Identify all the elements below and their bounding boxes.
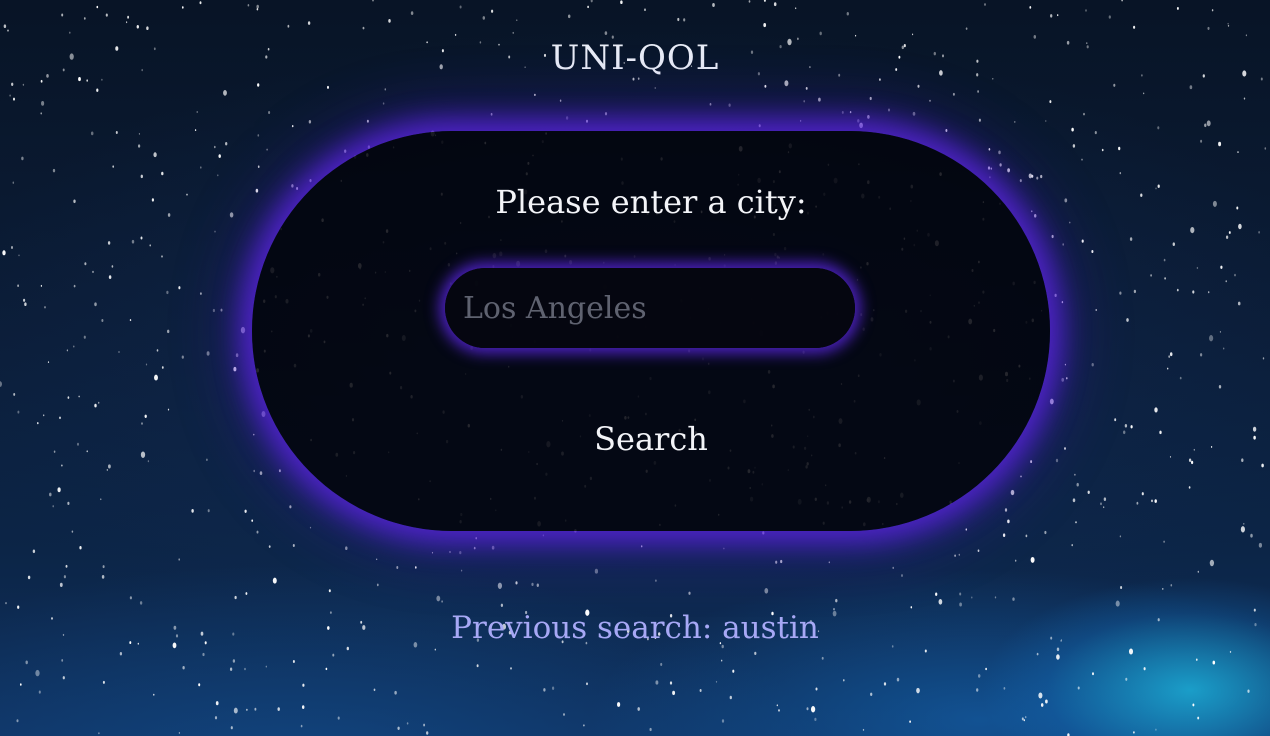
previous-search-text: Previous search: austin <box>451 610 819 646</box>
search-card: Please enter a city: Search <box>252 131 1050 531</box>
search-button[interactable]: Search <box>581 414 721 464</box>
app-title: UNI-QOL <box>550 38 720 78</box>
city-search-input[interactable] <box>445 268 855 348</box>
city-prompt-label: Please enter a city: <box>495 183 807 221</box>
